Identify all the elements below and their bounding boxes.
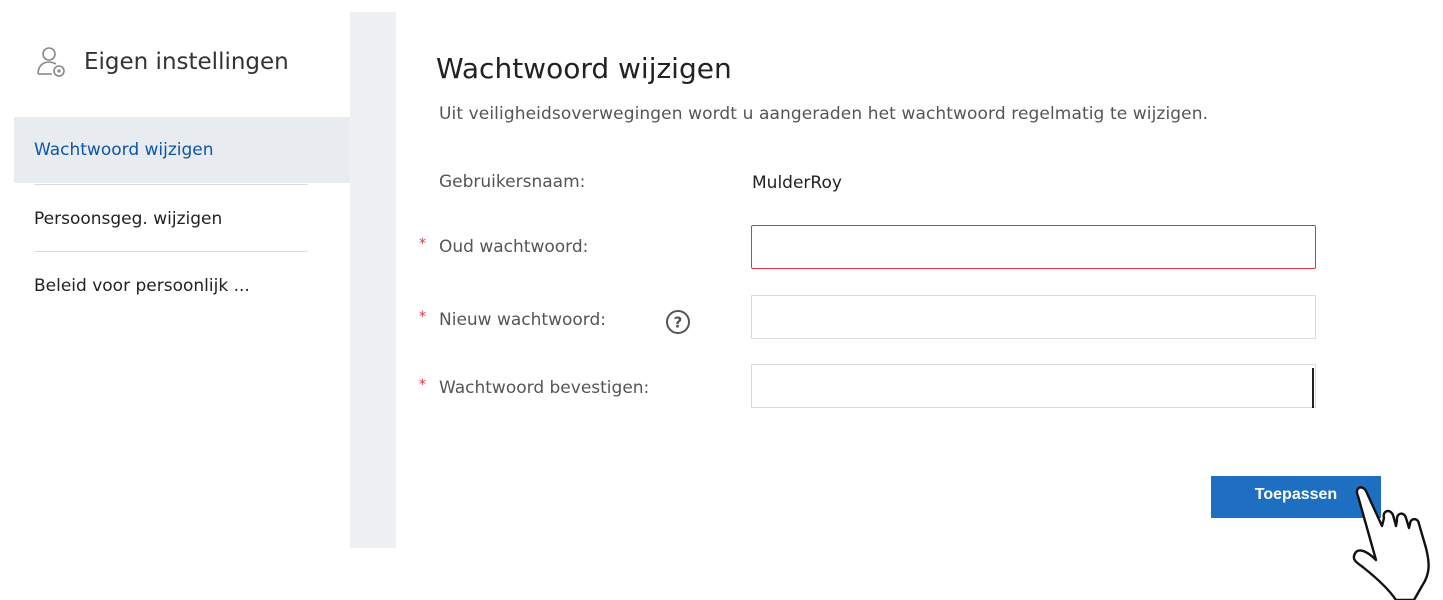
sidebar-item-label: Persoonsgeg. wijzigen	[34, 209, 223, 229]
panel-gutter	[350, 12, 396, 548]
old-password-label: Oud wachtwoord:	[439, 237, 589, 257]
required-mark: *	[419, 309, 426, 325]
help-icon[interactable]: ?	[663, 307, 693, 337]
sidebar: Eigen instellingen Wachtwoord wijzigen P…	[0, 0, 350, 600]
sidebar-item-persoonsgegevens[interactable]: Persoonsgeg. wijzigen	[14, 186, 350, 252]
text-caret	[1312, 368, 1314, 408]
sidebar-header: Eigen instellingen	[32, 42, 289, 82]
sidebar-item-label: Wachtwoord wijzigen	[34, 140, 214, 160]
confirm-password-label: Wachtwoord bevestigen:	[439, 378, 650, 398]
sidebar-item-beleid[interactable]: Beleid voor persoonlijk ...	[14, 253, 350, 319]
username-label: Gebruikersnaam:	[439, 172, 586, 192]
old-password-field[interactable]	[751, 225, 1316, 269]
page-title: Wachtwoord wijzigen	[436, 52, 732, 85]
page-subtitle: Uit veiligheidsoverwegingen wordt u aang…	[439, 104, 1209, 124]
new-password-label: Nieuw wachtwoord:	[439, 310, 607, 330]
hand-pointer-icon	[1352, 486, 1430, 600]
divider	[34, 184, 308, 185]
user-settings-icon	[37, 47, 65, 77]
sidebar-title: Eigen instellingen	[84, 49, 289, 75]
confirm-password-field[interactable]	[751, 364, 1316, 408]
username-value: MulderRoy	[752, 173, 842, 193]
help-glyph: ?	[674, 314, 683, 332]
required-mark: *	[419, 377, 426, 393]
sidebar-item-wachtwoord-wijzigen[interactable]: Wachtwoord wijzigen	[14, 117, 350, 183]
required-mark: *	[419, 236, 426, 252]
sidebar-item-label: Beleid voor persoonlijk ...	[34, 276, 250, 296]
new-password-field[interactable]	[751, 295, 1316, 339]
divider	[34, 251, 308, 252]
